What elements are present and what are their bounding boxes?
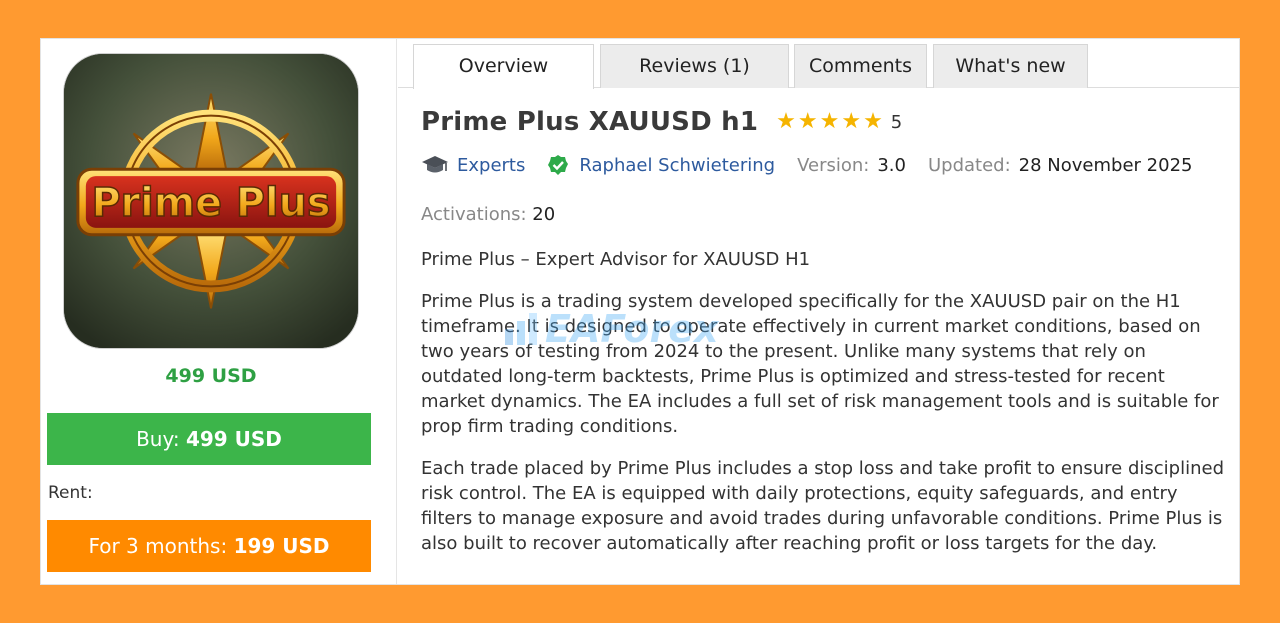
verified-check-icon: [547, 154, 569, 176]
version-value: 3.0: [877, 154, 906, 176]
activations: Activations: 20: [421, 204, 555, 225]
rent-label: Rent:: [48, 483, 93, 503]
meta-row: Experts Raphael Schwietering Version: 3.…: [421, 153, 1192, 177]
page-title: Prime Plus XAUUSD h1: [421, 107, 759, 137]
star-icon: ★: [841, 109, 862, 134]
product-card: Prime Plus 499 USD Buy: 499 USD Rent: Fo…: [40, 38, 1240, 585]
star-icon: ★: [863, 109, 883, 134]
star-icon: ★: [819, 109, 840, 134]
buy-button-price: 499 USD: [185, 427, 282, 451]
updated-value: 28 November 2025: [1018, 154, 1193, 176]
buy-button-label: Buy:: [136, 427, 180, 451]
product-details: Overview Reviews (1) Comments What's new…: [398, 39, 1239, 584]
updated-label: Updated:: [927, 154, 1011, 176]
version-label: Version:: [797, 154, 870, 176]
star-icon: ★: [776, 109, 796, 134]
activations-value: 20: [532, 204, 556, 225]
logo-text: Prime Plus: [91, 180, 330, 226]
description: Prime Plus – Expert Advisor for XAUUSD H…: [421, 247, 1233, 573]
tab-overview[interactable]: Overview: [413, 44, 594, 89]
tab-bar: Overview Reviews (1) Comments What's new: [398, 39, 1239, 89]
author-link[interactable]: Raphael Schwietering: [579, 155, 775, 176]
tab-reviews[interactable]: Reviews (1): [600, 44, 789, 88]
tab-comments[interactable]: Comments: [794, 44, 927, 88]
activations-label: Activations:: [421, 204, 527, 225]
star-icon: ★: [797, 109, 818, 134]
rent-option-label: For 3 months:: [88, 534, 228, 558]
description-paragraph: Prime Plus is a trading system developed…: [421, 291, 1219, 437]
buy-button[interactable]: Buy: 499 USD: [47, 413, 371, 465]
tab-whats-new[interactable]: What's new: [933, 44, 1088, 88]
title-row: Prime Plus XAUUSD h1 ★ ★ ★ ★ ★ 5: [421, 107, 902, 137]
description-heading: Prime Plus – Expert Advisor for XAUUSD H…: [421, 249, 811, 270]
rent-option-price: 199 USD: [233, 534, 330, 558]
star-rating: ★ ★ ★ ★ ★: [776, 111, 883, 133]
graduation-cap-icon: [421, 153, 449, 177]
rating-value: 5: [890, 111, 903, 133]
description-paragraph: Each trade placed by Prime Plus includes…: [421, 458, 1225, 554]
product-price: 499 USD: [165, 365, 257, 387]
purchase-panel: Prime Plus 499 USD Buy: 499 USD Rent: Fo…: [41, 39, 397, 584]
rent-3-months-button[interactable]: For 3 months: 199 USD: [47, 520, 371, 572]
product-logo: Prime Plus: [63, 53, 359, 349]
category-link[interactable]: Experts: [457, 155, 525, 176]
